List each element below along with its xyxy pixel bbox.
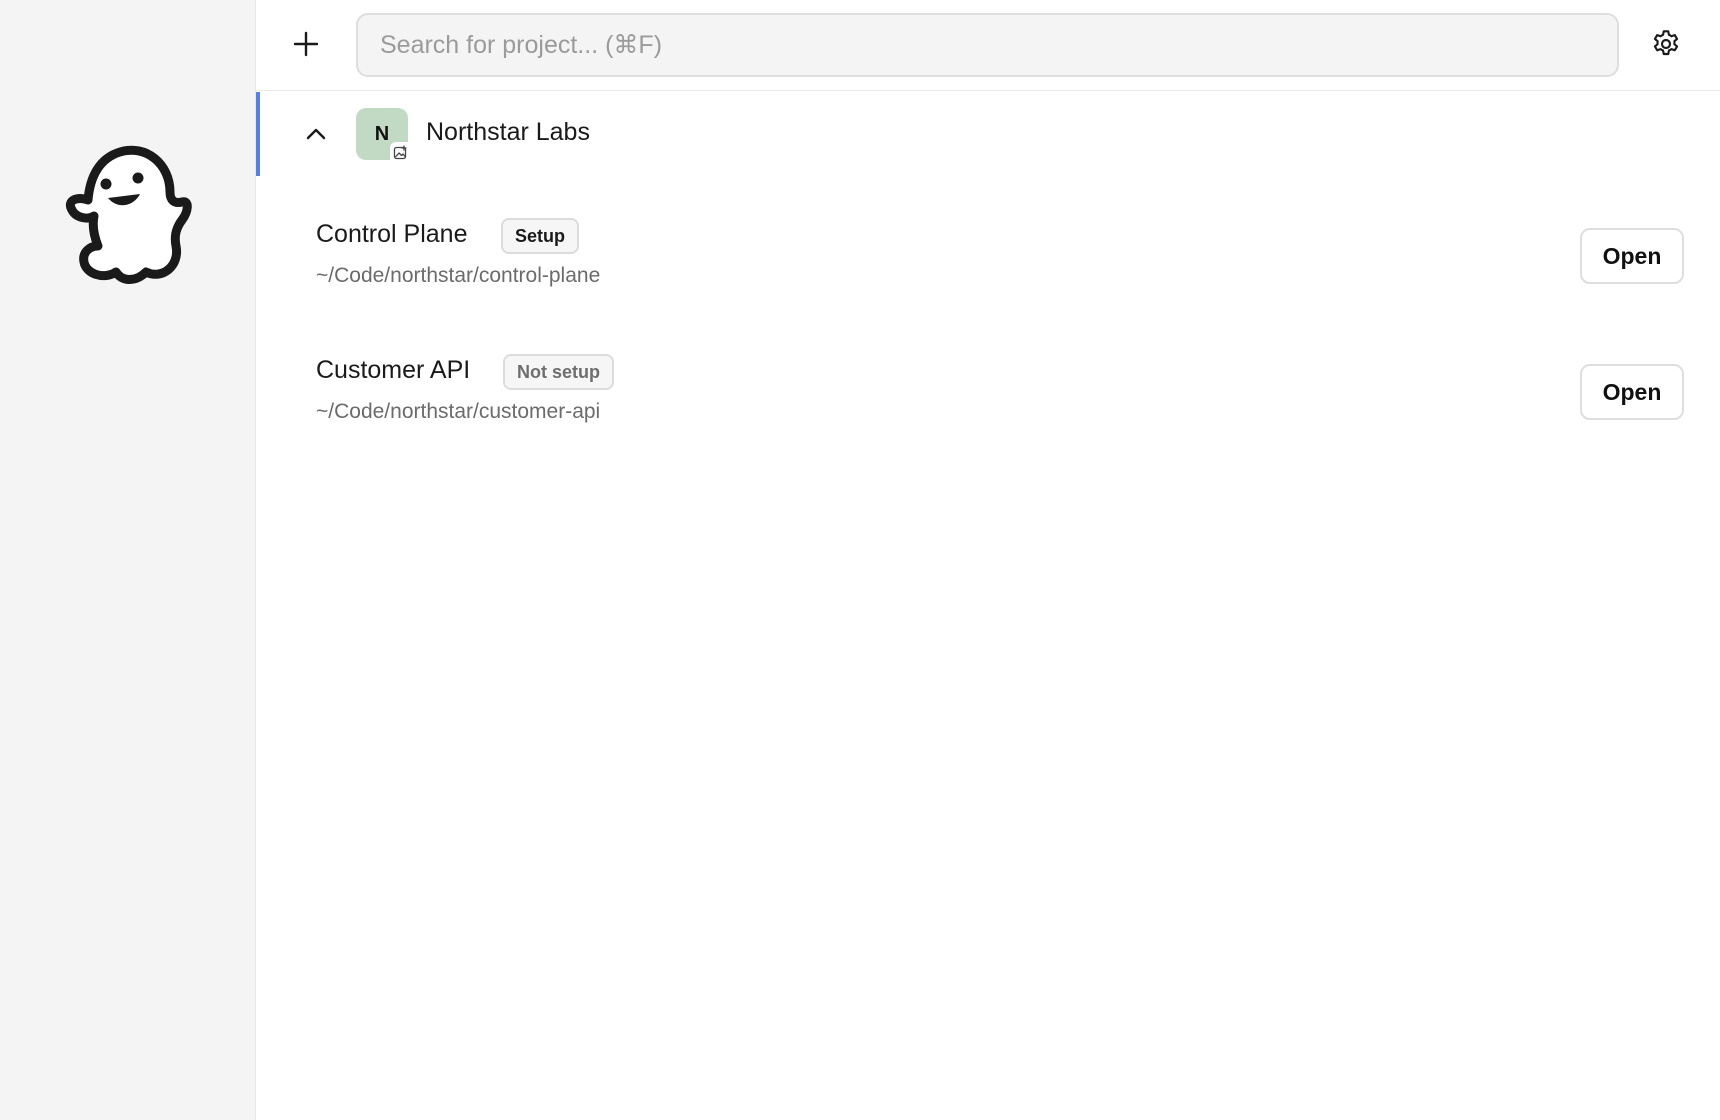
settings-button[interactable] bbox=[1646, 24, 1686, 64]
gear-icon bbox=[1653, 30, 1679, 56]
group-avatar-letter: N bbox=[374, 122, 390, 145]
project-path: ~/Code/northstar/customer-api bbox=[316, 400, 601, 423]
project-name: Control Plane bbox=[316, 220, 468, 248]
group-selection-indicator bbox=[256, 92, 260, 176]
top-bar bbox=[256, 0, 1720, 91]
open-project-button[interactable]: Open bbox=[1580, 228, 1684, 284]
open-project-button[interactable]: Open bbox=[1580, 364, 1684, 420]
plus-icon bbox=[293, 31, 319, 57]
sidebar bbox=[0, 0, 256, 1120]
chevron-up-icon bbox=[306, 128, 326, 140]
group-collapse-toggle[interactable] bbox=[298, 116, 334, 152]
project-group-header: N Northstar Labs bbox=[256, 92, 1720, 176]
project-path: ~/Code/northstar/control-plane bbox=[316, 264, 601, 287]
project-name: Customer API bbox=[316, 356, 471, 384]
search-input[interactable] bbox=[356, 13, 1619, 77]
image-edit-icon bbox=[393, 145, 407, 160]
add-project-button[interactable] bbox=[288, 26, 324, 62]
status-badge: Setup bbox=[501, 218, 580, 254]
ghost-icon bbox=[66, 145, 192, 284]
status-badge: Not setup bbox=[503, 354, 614, 390]
app-window: N Northstar Labs Control Plane Setup ~/C… bbox=[0, 0, 1720, 1120]
group-name: Northstar Labs bbox=[426, 118, 590, 146]
edit-avatar-button[interactable] bbox=[390, 142, 412, 164]
project-row: Control Plane Setup ~/Code/northstar/con… bbox=[256, 206, 1720, 316]
project-row: Customer API Not setup ~/Code/northstar/… bbox=[256, 342, 1720, 452]
